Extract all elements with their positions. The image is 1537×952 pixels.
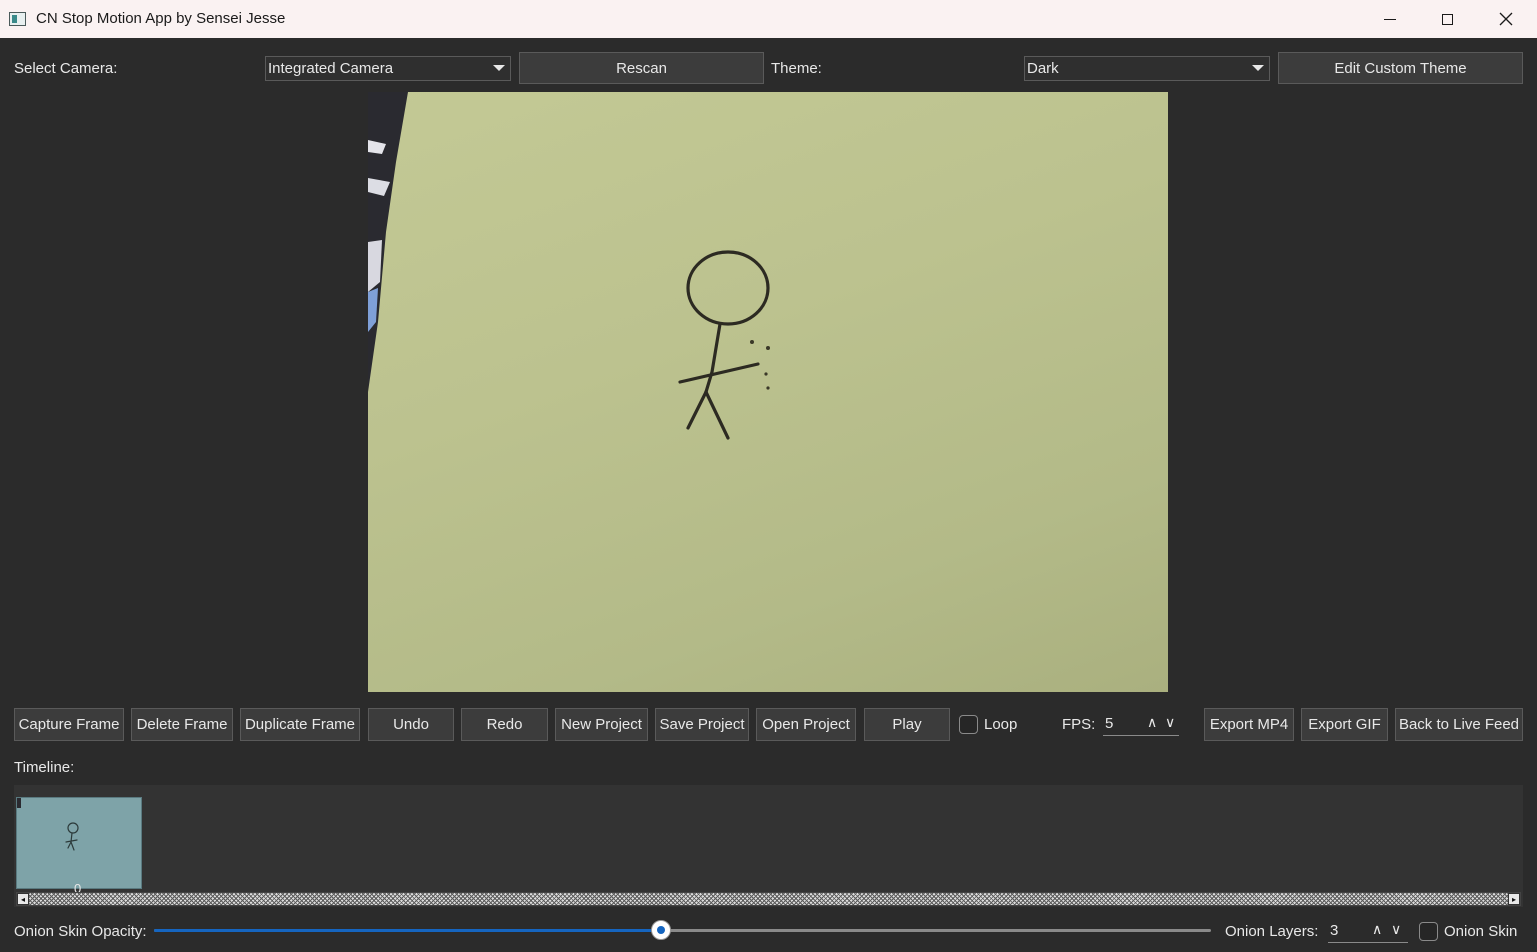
timeline-panel: 0 ◂ ▸	[14, 785, 1523, 907]
scroll-right-icon[interactable]: ▸	[1508, 893, 1520, 905]
timeline-label: Timeline:	[14, 759, 75, 776]
camera-select-value: Integrated Camera	[268, 60, 394, 77]
new-project-button[interactable]: New Project	[555, 708, 648, 741]
camera-image	[368, 92, 770, 440]
chevron-up-icon[interactable]: ∧	[1372, 921, 1382, 938]
edit-custom-theme-button[interactable]: Edit Custom Theme	[1278, 52, 1523, 84]
onion-skin-checkbox[interactable]	[1419, 922, 1438, 941]
timeline-frame[interactable]	[16, 797, 142, 889]
minimize-icon	[1384, 18, 1396, 20]
title-bar: CN Stop Motion App by Sensei Jesse	[0, 0, 1537, 38]
export-mp4-button[interactable]: Export MP4	[1204, 708, 1294, 741]
onion-opacity-label: Onion Skin Opacity:	[14, 923, 147, 940]
chevron-up-icon[interactable]: ∧	[1147, 714, 1157, 731]
back-to-live-feed-button[interactable]: Back to Live Feed	[1395, 708, 1523, 741]
loop-label: Loop	[984, 716, 1018, 733]
slider-fill	[154, 929, 661, 932]
onion-skin-label: Onion Skin	[1444, 923, 1518, 940]
scroll-left-icon[interactable]: ◂	[17, 893, 29, 905]
chevron-down-icon	[1252, 65, 1264, 71]
chevron-down-icon[interactable]: ∨	[1165, 714, 1175, 731]
app-icon	[9, 12, 26, 26]
undo-button[interactable]: Undo	[368, 708, 454, 741]
chevron-down-icon	[493, 65, 505, 71]
maximize-icon	[1441, 13, 1453, 25]
onion-layers-label: Onion Layers:	[1225, 923, 1319, 940]
play-button[interactable]: Play	[864, 708, 950, 741]
save-project-button[interactable]: Save Project	[655, 708, 749, 741]
close-button[interactable]	[1477, 0, 1535, 38]
loop-checkbox[interactable]	[959, 715, 978, 734]
fps-value: 5	[1105, 715, 1114, 732]
frame-thumbnail	[17, 798, 79, 851]
rescan-button[interactable]: Rescan	[519, 52, 764, 84]
theme-label: Theme:	[771, 60, 822, 77]
onion-layers-spinbox[interactable]: 3 ∧ ∨	[1328, 919, 1408, 943]
theme-select[interactable]: Dark	[1024, 56, 1270, 81]
onion-layers-value: 3	[1330, 922, 1339, 939]
window-title: CN Stop Motion App by Sensei Jesse	[36, 10, 286, 27]
fps-label: FPS:	[1062, 716, 1096, 733]
open-project-button[interactable]: Open Project	[756, 708, 856, 741]
camera-preview	[368, 92, 1168, 692]
theme-select-value: Dark	[1027, 60, 1059, 77]
duplicate-frame-button[interactable]: Duplicate Frame	[240, 708, 360, 741]
maximize-button[interactable]	[1418, 0, 1476, 38]
timeline-scrollbar[interactable]: ◂ ▸	[16, 892, 1521, 906]
delete-frame-button[interactable]: Delete Frame	[131, 708, 233, 741]
onion-opacity-slider[interactable]	[154, 920, 1211, 940]
camera-select[interactable]: Integrated Camera	[265, 56, 511, 81]
slider-handle[interactable]	[651, 920, 671, 940]
minimize-button[interactable]	[1361, 0, 1419, 38]
close-icon	[1499, 12, 1513, 26]
fps-spinbox[interactable]: 5 ∧ ∨	[1103, 712, 1179, 736]
camera-label: Select Camera:	[14, 60, 118, 77]
capture-frame-button[interactable]: Capture Frame	[14, 708, 124, 741]
export-gif-button[interactable]: Export GIF	[1301, 708, 1388, 741]
chevron-down-icon[interactable]: ∨	[1391, 921, 1401, 938]
redo-button[interactable]: Redo	[461, 708, 548, 741]
